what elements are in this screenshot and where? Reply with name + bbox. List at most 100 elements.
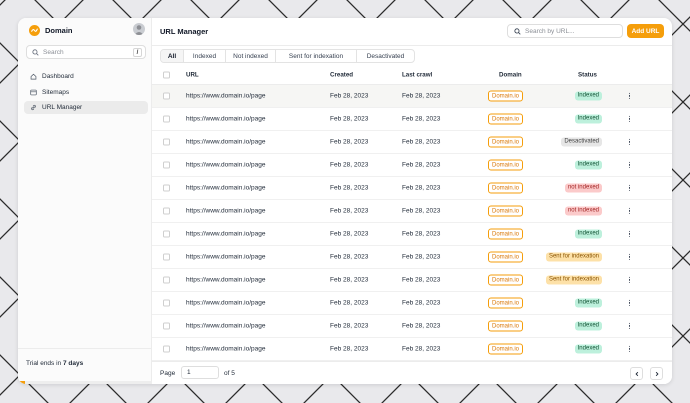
table-row[interactable]: https://www.domain.io/page Feb 28, 2023 Fe… — [152, 246, 672, 269]
row-more-icon[interactable] — [629, 322, 631, 330]
table-row[interactable]: https://www.domain.io/page Feb 28, 2023 Fe… — [152, 315, 672, 338]
row-last-crawl: Feb 28, 2023 — [402, 230, 441, 238]
tab-desactivated[interactable]: Desactivated — [357, 50, 414, 62]
row-url[interactable]: https://www.domain.io/page — [186, 139, 266, 146]
sidebar-item-label: Dashboard — [42, 73, 74, 80]
row-url[interactable]: https://www.domain.io/page — [186, 231, 266, 238]
sidebar-search-input[interactable]: Search / — [26, 45, 146, 59]
select-all-checkbox[interactable] — [163, 71, 170, 79]
domain-badge: Domain.io — [488, 251, 524, 263]
page-title: URL Manager — [160, 27, 209, 36]
chevron-left-icon — [634, 371, 638, 376]
row-more-icon[interactable] — [629, 184, 631, 192]
row-more-icon[interactable] — [629, 345, 631, 353]
sitemap-icon — [30, 89, 38, 96]
tab-not-indexed[interactable]: Not indexed — [226, 50, 276, 62]
table-row[interactable]: https://www.domain.io/page Feb 28, 2023 Fe… — [152, 269, 672, 292]
tab-sent-for-indexation[interactable]: Sent for indexation — [276, 50, 357, 62]
row-url[interactable]: https://www.domain.io/page — [186, 254, 266, 261]
row-more-icon[interactable] — [629, 115, 631, 123]
trial-progress-bar — [18, 381, 152, 384]
row-checkbox[interactable] — [163, 138, 170, 146]
row-created: Feb 28, 2023 — [330, 92, 369, 100]
tab-all[interactable]: All — [161, 50, 184, 62]
sidebar-item-url-manager[interactable]: URL Manager — [24, 101, 148, 114]
table-row[interactable]: https://www.domain.io/page Feb 28, 2023 Fe… — [152, 338, 672, 361]
column-last-crawl[interactable]: Last crawl — [402, 72, 432, 79]
sidebar-nav: Dashboard Sitemaps URL Manager — [24, 70, 148, 117]
row-created: Feb 28, 2023 — [330, 115, 369, 123]
domain-badge: Domain.io — [488, 159, 524, 171]
link-icon — [30, 104, 38, 111]
row-url[interactable]: https://www.domain.io/page — [186, 116, 266, 123]
row-created: Feb 28, 2023 — [330, 138, 369, 146]
table-row[interactable]: https://www.domain.io/page Feb 28, 2023 Fe… — [152, 177, 672, 200]
sidebar-item-dashboard[interactable]: Dashboard — [24, 70, 148, 83]
table-row[interactable]: https://www.domain.io/page Feb 28, 2023 Fe… — [152, 154, 672, 177]
row-checkbox[interactable] — [163, 207, 170, 215]
sidebar-item-label: Sitemaps — [42, 88, 70, 96]
row-more-icon[interactable] — [629, 138, 631, 146]
table-row[interactable]: https://www.domain.io/page Feb 28, 2023 Fe… — [152, 85, 672, 108]
next-page-button[interactable] — [650, 367, 663, 380]
row-url[interactable]: https://www.domain.io/page — [186, 93, 266, 100]
row-more-icon[interactable] — [629, 230, 631, 238]
row-checkbox[interactable] — [163, 276, 170, 284]
row-checkbox[interactable] — [163, 345, 170, 353]
row-more-icon[interactable] — [629, 207, 631, 215]
page-number-input[interactable]: 1 — [181, 366, 219, 379]
row-checkbox[interactable] — [163, 161, 170, 169]
table-row[interactable]: https://www.domain.io/page Feb 28, 2023 Fe… — [152, 131, 672, 154]
table-row[interactable]: https://www.domain.io/page Feb 28, 2023 Fe… — [152, 292, 672, 315]
trial-notice: Trial ends in 7 days — [18, 348, 152, 384]
table-header: URL Created Last crawl Domain Status — [152, 66, 672, 85]
avatar[interactable] — [133, 23, 145, 35]
add-url-button[interactable]: Add URL — [627, 24, 664, 38]
search-shortcut-key: / — [133, 48, 142, 57]
row-more-icon[interactable] — [629, 161, 631, 169]
row-created: Feb 28, 2023 — [330, 207, 369, 215]
chevron-right-icon — [655, 371, 659, 376]
row-url[interactable]: https://www.domain.io/page — [186, 300, 266, 307]
row-more-icon[interactable] — [629, 92, 631, 100]
prev-page-button[interactable] — [630, 367, 643, 380]
brand[interactable]: Domain — [29, 24, 73, 36]
brand-name: Domain — [45, 25, 73, 35]
sidebar-item-sitemaps[interactable]: Sitemaps — [24, 86, 148, 99]
row-url[interactable]: https://www.domain.io/page — [186, 162, 266, 169]
row-more-icon[interactable] — [629, 299, 631, 307]
url-search-input[interactable]: Search by URL... — [507, 24, 623, 38]
row-created: Feb 28, 2023 — [330, 184, 369, 192]
table-row[interactable]: https://www.domain.io/page Feb 28, 2023 Fe… — [152, 200, 672, 223]
row-checkbox[interactable] — [163, 184, 170, 192]
column-domain[interactable]: Domain — [499, 72, 522, 79]
row-url[interactable]: https://www.domain.io/page — [186, 323, 266, 330]
row-checkbox[interactable] — [163, 253, 170, 261]
row-checkbox[interactable] — [163, 115, 170, 123]
trial-text: Trial ends in 7 days — [26, 360, 83, 367]
pagination: Page 1 of 5 — [152, 361, 672, 384]
row-url[interactable]: https://www.domain.io/page — [186, 185, 266, 192]
domain-badge: Domain.io — [488, 113, 524, 125]
row-checkbox[interactable] — [163, 230, 170, 238]
row-last-crawl: Feb 28, 2023 — [402, 207, 441, 215]
status-badge: Indexed — [574, 298, 602, 308]
column-url[interactable]: URL — [186, 72, 199, 79]
table-row[interactable]: https://www.domain.io/page Feb 28, 2023 Fe… — [152, 108, 672, 131]
tab-indexed[interactable]: Indexed — [184, 50, 226, 62]
row-checkbox[interactable] — [163, 92, 170, 100]
row-created: Feb 28, 2023 — [330, 322, 369, 330]
row-url[interactable]: https://www.domain.io/page — [186, 346, 266, 353]
column-created[interactable]: Created — [330, 72, 353, 79]
column-status[interactable]: Status — [578, 72, 597, 79]
table-row[interactable]: https://www.domain.io/page Feb 28, 2023 Fe… — [152, 223, 672, 246]
row-url[interactable]: https://www.domain.io/page — [186, 208, 266, 215]
status-badge: not indexed — [564, 206, 602, 216]
row-last-crawl: Feb 28, 2023 — [402, 253, 441, 261]
row-url[interactable]: https://www.domain.io/page — [186, 277, 266, 284]
status-badge: Sent for indexation — [545, 252, 602, 262]
row-checkbox[interactable] — [163, 322, 170, 330]
row-checkbox[interactable] — [163, 299, 170, 307]
row-more-icon[interactable] — [629, 253, 631, 261]
row-more-icon[interactable] — [629, 276, 631, 284]
